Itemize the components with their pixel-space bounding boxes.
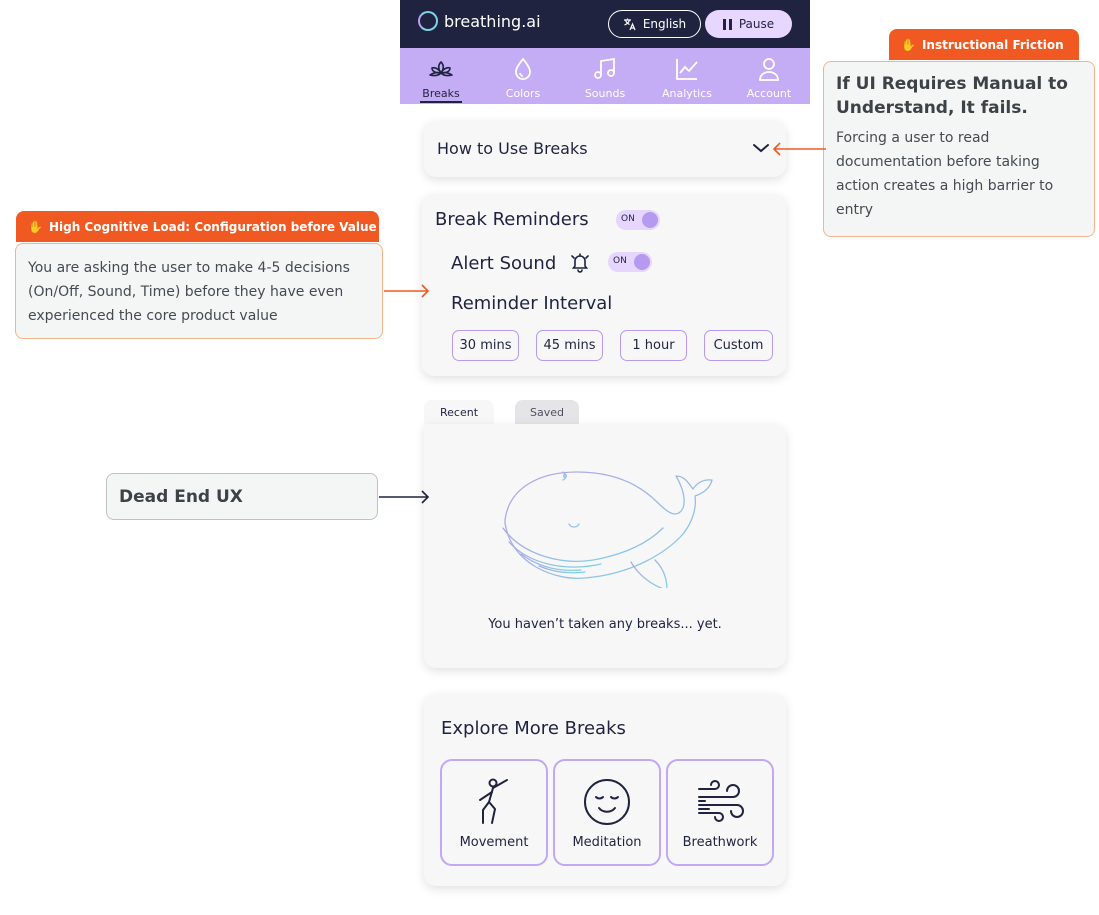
alert-sound-toggle[interactable]: ON — [608, 252, 652, 272]
main-nav: Breaks Colors Sounds Analytics Account — [400, 48, 810, 104]
app-header: breathing.ai English Pause — [400, 0, 810, 48]
nav-label: Breaks — [422, 87, 460, 100]
how-to-card[interactable]: How to Use Breaks — [424, 121, 786, 177]
toggle-knob — [642, 212, 658, 228]
interval-option-45-mins[interactable]: 45 mins — [536, 330, 603, 361]
chevron-down-icon[interactable] — [751, 138, 771, 158]
nav-label: Sounds — [584, 87, 626, 100]
arrow-right-icon — [379, 490, 430, 504]
instructional-friction-note: If UI Requires Manual to Understand, It … — [823, 61, 1095, 237]
whale-illustration — [502, 471, 713, 588]
toggle-label: ON — [613, 256, 627, 266]
language-button[interactable]: English — [608, 10, 701, 38]
break-reminders-title: Break Reminders — [435, 209, 589, 230]
line-chart-icon — [676, 59, 698, 80]
nav-item-account[interactable]: Account — [728, 48, 810, 104]
dead-end-title: Dead End UX — [119, 486, 243, 507]
instructional-friction-tag-text: Instructional Friction — [921, 37, 1064, 52]
reminder-interval-label: Reminder Interval — [451, 293, 613, 314]
translate-icon — [623, 18, 636, 31]
language-label: English — [642, 17, 687, 31]
recent-breaks-panel: You haven’t taken any breaks... yet. — [424, 424, 786, 668]
break-tile-breathwork[interactable]: Breathwork — [666, 759, 774, 866]
dead-end-note: Dead End UX — [106, 473, 378, 520]
waving-hand-icon: ✋ — [28, 219, 43, 234]
empty-state-message: You haven’t taken any breaks... yet. — [488, 617, 722, 632]
break-reminders-card: Break Reminders ON Alert Sound ON Remind… — [422, 194, 786, 376]
arrow-left-icon — [772, 142, 826, 156]
nav-label: Analytics — [662, 87, 712, 100]
bell-icon — [571, 253, 589, 273]
instructional-friction-title: If UI Requires Manual to Understand, It … — [836, 74, 1068, 118]
nav-item-sounds[interactable]: Sounds — [564, 48, 646, 104]
pause-label: Pause — [738, 17, 775, 31]
cognitive-load-tag: ✋ High Cognitive Load: Configuration bef… — [16, 211, 379, 242]
nav-item-analytics[interactable]: Analytics — [646, 48, 728, 104]
explore-title: Explore More Breaks — [441, 718, 626, 739]
break-tile-movement[interactable]: Movement — [440, 759, 548, 866]
music-note-icon — [594, 57, 615, 79]
tab-recent[interactable]: Recent — [424, 400, 494, 424]
user-icon — [759, 58, 779, 81]
pause-button[interactable]: Pause — [705, 10, 792, 38]
tab-saved[interactable]: Saved — [515, 400, 579, 424]
alert-sound-label: Alert Sound — [451, 253, 557, 274]
interval-option-1-hour[interactable]: 1 hour — [620, 330, 687, 361]
how-to-title: How to Use Breaks — [437, 139, 588, 158]
lotus-icon — [429, 61, 453, 77]
cognitive-load-tag-text: High Cognitive Load: Configuration befor… — [48, 219, 377, 234]
tile-label: Movement — [459, 835, 529, 850]
nav-item-colors[interactable]: Colors — [482, 48, 564, 104]
tile-label: Meditation — [572, 835, 642, 850]
pause-icon — [722, 18, 732, 30]
app-logo[interactable]: breathing.ai — [418, 11, 541, 31]
cognitive-load-note: You are asking the user to make 4-5 deci… — [15, 243, 383, 339]
interval-option-30-mins[interactable]: 30 mins — [452, 330, 519, 361]
logo-text: breathing.ai — [444, 11, 541, 31]
droplet-icon — [515, 57, 531, 80]
nav-label: Account — [746, 87, 792, 100]
person-stretching-icon — [479, 778, 508, 824]
nav-item-breaks[interactable]: Breaks — [400, 48, 482, 104]
toggle-knob — [634, 254, 650, 270]
waving-hand-icon: ✋ — [901, 37, 916, 52]
arrow-right-icon — [384, 284, 430, 298]
tile-label: Breathwork — [682, 835, 758, 850]
nav-label: Colors — [505, 87, 541, 100]
calm-face-icon — [584, 779, 630, 825]
logo-ring-icon — [418, 11, 438, 31]
wind-icon — [698, 780, 744, 822]
instructional-friction-tag: ✋ Instructional Friction — [889, 29, 1079, 60]
explore-more-card: Explore More Breaks Movement Meditation … — [424, 694, 786, 886]
instructional-friction-body: Forcing a user to read documentation bef… — [836, 130, 1054, 218]
break-reminders-toggle[interactable]: ON — [616, 210, 660, 230]
toggle-label: ON — [621, 214, 635, 224]
interval-option-custom[interactable]: Custom — [704, 330, 773, 361]
cognitive-load-body: You are asking the user to make 4-5 deci… — [28, 260, 350, 324]
break-tile-meditation[interactable]: Meditation — [553, 759, 661, 866]
